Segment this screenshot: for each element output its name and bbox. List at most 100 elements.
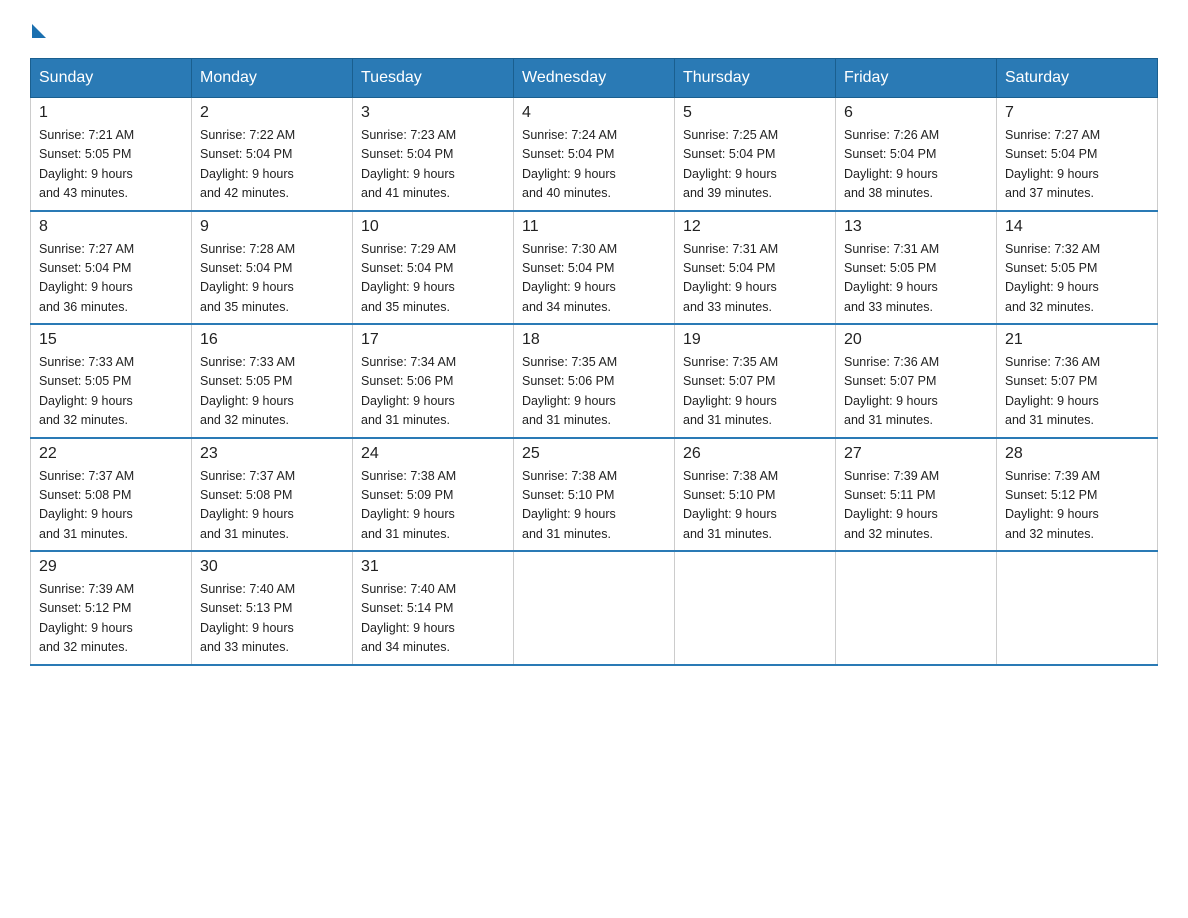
daylight-minutes: and 35 minutes. [200,300,289,314]
sunset-label: Sunset: 5:05 PM [39,147,131,161]
header-day-monday: Monday [192,59,353,98]
calendar-cell: 11 Sunrise: 7:30 AM Sunset: 5:04 PM Dayl… [514,211,675,325]
calendar-cell: 20 Sunrise: 7:36 AM Sunset: 5:07 PM Dayl… [836,324,997,438]
calendar-cell: 4 Sunrise: 7:24 AM Sunset: 5:04 PM Dayli… [514,98,675,211]
sunrise-label: Sunrise: 7:36 AM [844,355,939,369]
day-number: 27 [844,445,988,463]
daylight-minutes: and 31 minutes. [683,413,772,427]
day-number: 20 [844,331,988,349]
daylight-label: Daylight: 9 hours [200,394,294,408]
header-day-thursday: Thursday [675,59,836,98]
day-number: 14 [1005,218,1149,236]
calendar-cell: 25 Sunrise: 7:38 AM Sunset: 5:10 PM Dayl… [514,438,675,552]
daylight-minutes: and 32 minutes. [1005,300,1094,314]
day-number: 3 [361,104,505,122]
daylight-minutes: and 41 minutes. [361,186,450,200]
day-info: Sunrise: 7:30 AM Sunset: 5:04 PM Dayligh… [522,240,666,318]
day-info: Sunrise: 7:25 AM Sunset: 5:04 PM Dayligh… [683,126,827,204]
daylight-label: Daylight: 9 hours [522,394,616,408]
daylight-label: Daylight: 9 hours [200,280,294,294]
day-number: 7 [1005,104,1149,122]
day-number: 9 [200,218,344,236]
week-row-3: 15 Sunrise: 7:33 AM Sunset: 5:05 PM Dayl… [31,324,1158,438]
calendar-cell [514,551,675,665]
sunset-label: Sunset: 5:09 PM [361,488,453,502]
sunrise-label: Sunrise: 7:39 AM [1005,469,1100,483]
day-info: Sunrise: 7:37 AM Sunset: 5:08 PM Dayligh… [200,467,344,545]
day-number: 16 [200,331,344,349]
day-info: Sunrise: 7:31 AM Sunset: 5:04 PM Dayligh… [683,240,827,318]
calendar-cell: 29 Sunrise: 7:39 AM Sunset: 5:12 PM Dayl… [31,551,192,665]
day-info: Sunrise: 7:38 AM Sunset: 5:09 PM Dayligh… [361,467,505,545]
sunrise-label: Sunrise: 7:37 AM [39,469,134,483]
day-info: Sunrise: 7:32 AM Sunset: 5:05 PM Dayligh… [1005,240,1149,318]
daylight-label: Daylight: 9 hours [522,167,616,181]
daylight-label: Daylight: 9 hours [361,621,455,635]
sunrise-label: Sunrise: 7:33 AM [200,355,295,369]
sunset-label: Sunset: 5:12 PM [1005,488,1097,502]
sunset-label: Sunset: 5:04 PM [844,147,936,161]
sunrise-label: Sunrise: 7:23 AM [361,128,456,142]
sunrise-label: Sunrise: 7:30 AM [522,242,617,256]
header-row: SundayMondayTuesdayWednesdayThursdayFrid… [31,59,1158,98]
calendar-cell: 15 Sunrise: 7:33 AM Sunset: 5:05 PM Dayl… [31,324,192,438]
daylight-label: Daylight: 9 hours [39,167,133,181]
calendar-cell: 31 Sunrise: 7:40 AM Sunset: 5:14 PM Dayl… [353,551,514,665]
daylight-minutes: and 43 minutes. [39,186,128,200]
sunrise-label: Sunrise: 7:39 AM [39,582,134,596]
day-number: 4 [522,104,666,122]
sunrise-label: Sunrise: 7:27 AM [1005,128,1100,142]
sunset-label: Sunset: 5:04 PM [1005,147,1097,161]
daylight-minutes: and 32 minutes. [844,527,933,541]
day-info: Sunrise: 7:40 AM Sunset: 5:14 PM Dayligh… [361,580,505,658]
calendar-cell: 16 Sunrise: 7:33 AM Sunset: 5:05 PM Dayl… [192,324,353,438]
daylight-label: Daylight: 9 hours [683,394,777,408]
calendar-cell: 8 Sunrise: 7:27 AM Sunset: 5:04 PM Dayli… [31,211,192,325]
daylight-label: Daylight: 9 hours [39,621,133,635]
sunset-label: Sunset: 5:10 PM [683,488,775,502]
calendar-cell: 30 Sunrise: 7:40 AM Sunset: 5:13 PM Dayl… [192,551,353,665]
daylight-minutes: and 32 minutes. [1005,527,1094,541]
sunrise-label: Sunrise: 7:32 AM [1005,242,1100,256]
calendar-cell: 26 Sunrise: 7:38 AM Sunset: 5:10 PM Dayl… [675,438,836,552]
day-number: 15 [39,331,183,349]
logo-arrow-icon [32,24,46,38]
daylight-minutes: and 40 minutes. [522,186,611,200]
sunrise-label: Sunrise: 7:33 AM [39,355,134,369]
calendar-cell [675,551,836,665]
daylight-label: Daylight: 9 hours [683,507,777,521]
daylight-minutes: and 32 minutes. [39,640,128,654]
daylight-label: Daylight: 9 hours [200,621,294,635]
day-number: 10 [361,218,505,236]
sunrise-label: Sunrise: 7:31 AM [683,242,778,256]
day-info: Sunrise: 7:21 AM Sunset: 5:05 PM Dayligh… [39,126,183,204]
daylight-minutes: and 33 minutes. [683,300,772,314]
day-number: 21 [1005,331,1149,349]
day-number: 25 [522,445,666,463]
calendar-cell: 21 Sunrise: 7:36 AM Sunset: 5:07 PM Dayl… [997,324,1158,438]
daylight-label: Daylight: 9 hours [1005,167,1099,181]
day-info: Sunrise: 7:38 AM Sunset: 5:10 PM Dayligh… [683,467,827,545]
day-number: 11 [522,218,666,236]
daylight-minutes: and 34 minutes. [361,640,450,654]
day-info: Sunrise: 7:38 AM Sunset: 5:10 PM Dayligh… [522,467,666,545]
week-row-4: 22 Sunrise: 7:37 AM Sunset: 5:08 PM Dayl… [31,438,1158,552]
day-info: Sunrise: 7:33 AM Sunset: 5:05 PM Dayligh… [39,353,183,431]
daylight-label: Daylight: 9 hours [522,280,616,294]
sunrise-label: Sunrise: 7:28 AM [200,242,295,256]
daylight-minutes: and 31 minutes. [200,527,289,541]
sunrise-label: Sunrise: 7:34 AM [361,355,456,369]
daylight-label: Daylight: 9 hours [200,167,294,181]
day-info: Sunrise: 7:23 AM Sunset: 5:04 PM Dayligh… [361,126,505,204]
sunset-label: Sunset: 5:04 PM [683,261,775,275]
day-info: Sunrise: 7:27 AM Sunset: 5:04 PM Dayligh… [1005,126,1149,204]
daylight-label: Daylight: 9 hours [844,280,938,294]
day-info: Sunrise: 7:34 AM Sunset: 5:06 PM Dayligh… [361,353,505,431]
sunrise-label: Sunrise: 7:36 AM [1005,355,1100,369]
sunset-label: Sunset: 5:05 PM [39,374,131,388]
daylight-label: Daylight: 9 hours [361,167,455,181]
sunrise-label: Sunrise: 7:27 AM [39,242,134,256]
sunrise-label: Sunrise: 7:38 AM [361,469,456,483]
daylight-minutes: and 31 minutes. [522,413,611,427]
daylight-minutes: and 31 minutes. [361,527,450,541]
